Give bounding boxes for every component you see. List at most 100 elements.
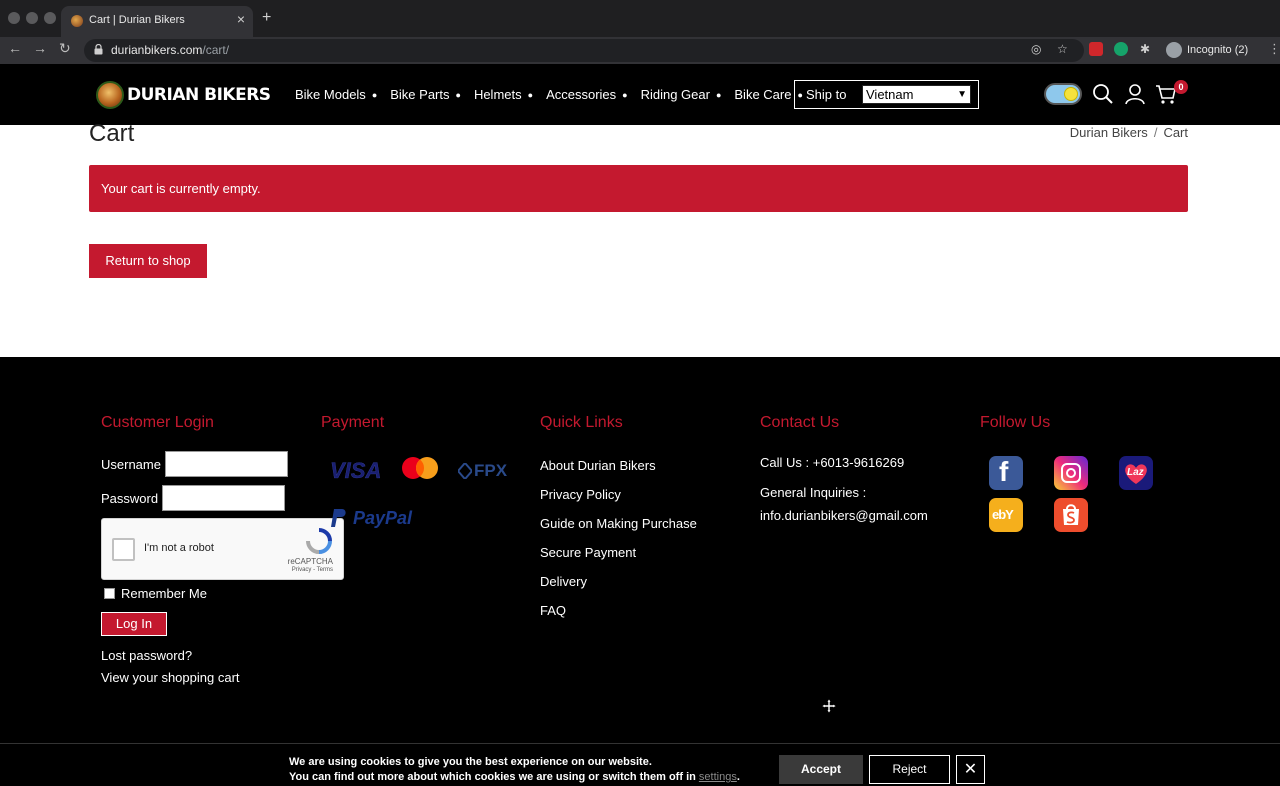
quick-link-faq[interactable]: FAQ [540,603,566,618]
menu-item-riding-gear[interactable]: Riding Gear ● [641,87,722,102]
new-tab-icon[interactable]: + [262,10,271,26]
quick-link-delivery[interactable]: Delivery [540,574,587,589]
remember-me-checkbox[interactable] [104,588,115,599]
ship-to-box: Ship to Vietnam ▼ [794,80,979,109]
window-zoom-button[interactable] [44,12,56,24]
menu-item-accessories[interactable]: Accessories ● [546,87,628,102]
ship-to-country-select[interactable]: Vietnam ▼ [862,85,971,104]
durian-logo-icon [96,81,124,109]
incognito-icon [1166,42,1182,58]
contact-email[interactable]: info.durianbikers@gmail.com [760,508,928,523]
cart-count-badge: 0 [1174,80,1188,94]
quick-links-title: Quick Links [540,414,623,431]
lazada-text: Laz [1127,467,1144,478]
quick-link-guide[interactable]: Guide on Making Purchase [540,516,697,531]
ebay-text: ebY [992,507,1014,522]
recaptcha-label: I'm not a robot [144,542,214,554]
incognito-profile-button[interactable]: Incognito (2) [1163,40,1256,60]
ship-to-value: Vietnam [866,87,914,102]
menu-label: Bike Parts [390,87,450,102]
fpx-logo: FPX [458,461,507,481]
username-label: Username [101,456,161,472]
empty-cart-message: Your cart is currently empty. [101,181,261,196]
forward-icon[interactable]: → [33,41,47,55]
site-logo[interactable]: DURIAN BIKERS [96,81,271,109]
address-bar[interactable]: durianbikers.com/cart/ ◎ ☆ [84,39,1084,62]
browser-tab-strip: Cart | Durian Bikers × + [0,0,1280,37]
breadcrumb-home-link[interactable]: Durian Bikers [1070,125,1148,140]
cookie-accept-button[interactable]: Accept [779,755,863,784]
ebay-icon[interactable]: ebY [989,498,1023,532]
footer-contact: Contact Us [760,414,839,432]
reload-icon[interactable]: ↻ [59,41,71,55]
grammarly-icon[interactable] [1114,42,1128,56]
recaptcha-checkbox[interactable] [112,538,135,561]
menu-label: Helmets [473,87,522,102]
main-menu: Bike Models ● Bike Parts ● Helmets ● Access… [295,87,816,102]
visa-logo: VISA [330,458,382,483]
dropdown-dot-icon: ● [455,89,461,100]
recaptcha-icon [306,528,332,554]
profile-label: Incognito (2) [1187,44,1249,56]
shopping-bag-icon [1063,504,1079,525]
user-icon[interactable] [1124,83,1146,105]
browser-tab[interactable]: Cart | Durian Bikers × [61,6,253,37]
quick-link-secure-payment[interactable]: Secure Payment [540,545,636,560]
logo-text: DURIAN BIKERS [127,85,271,105]
menu-label: Bike Care [734,87,792,102]
lazada-icon[interactable]: Laz [1119,456,1153,490]
dropdown-dot-icon: ● [715,89,722,100]
move-cursor-icon [822,699,836,713]
breadcrumb-separator: / [1153,125,1158,140]
tab-close-icon[interactable]: × [237,12,245,26]
menu-item-bike-models[interactable]: Bike Models ● [295,87,377,102]
cookie-close-icon[interactable]: ✕ [956,755,985,784]
contact-inquiries-label: General Inquiries : [760,485,867,500]
search-icon[interactable] [1092,83,1114,105]
quick-link-privacy[interactable]: Privacy Policy [540,487,621,502]
menu-item-helmets[interactable]: Helmets ● [474,87,533,102]
password-input[interactable] [162,485,286,511]
remember-me-label: Remember Me [121,586,207,601]
browser-menu-icon[interactable]: ⋮ [1268,42,1280,55]
main-content: Cart Durian Bikers / Cart Your cart is cur… [0,120,1280,357]
follow-title: Follow Us [980,414,1051,431]
recaptcha-widget: I'm not a robot reCAPTCHA Privacy - Term… [101,518,344,580]
footer-quick-links: Quick Links [540,414,623,432]
theme-toggle[interactable] [1044,83,1082,105]
quick-link-about[interactable]: About Durian Bikers [540,458,656,473]
password-row: Password [101,485,286,511]
lost-password-link[interactable]: Lost password? [101,648,192,663]
username-input[interactable] [164,451,288,477]
window-minimize-button[interactable] [26,12,38,24]
bookmark-star-icon[interactable]: ☆ [1057,43,1068,55]
contact-title: Contact Us [760,414,840,431]
cookie-message-line1: We are using cookies to give you the bes… [289,756,652,768]
mastercard-logo-icon [402,457,438,479]
facebook-icon[interactable]: f [989,456,1023,490]
fpx-mark-icon [458,463,472,479]
log-in-button[interactable]: Log In [101,612,167,636]
window-close-button[interactable] [8,12,20,24]
extensions-puzzle-icon[interactable]: ✱ [1140,43,1150,55]
eye-off-icon[interactable]: ◎ [1031,43,1041,55]
back-icon[interactable]: ← [8,41,22,55]
customer-login-title: Customer Login [101,414,214,431]
recaptcha-terms-link[interactable]: Privacy - Terms [292,567,333,573]
extension-flag-icon[interactable] [1089,42,1103,56]
instagram-icon[interactable] [1054,456,1088,490]
empty-cart-notice: Your cart is currently empty. [89,165,1188,212]
return-to-shop-button[interactable]: Return to shop [89,244,207,278]
browser-toolbar: ← → ↻ durianbikers.com/cart/ ◎ ☆ ✱ Incog… [0,37,1280,64]
chevron-down-icon: ▼ [957,89,967,100]
cookie-settings-link[interactable]: settings [699,771,737,783]
favicon-icon [71,15,83,27]
cookie-message-line2: You can find out more about which cookie… [289,770,740,785]
menu-item-bike-care[interactable]: Bike Care ● [734,87,803,102]
site-header: DURIAN BIKERS Bike Models ● Bike Parts ● H… [0,64,1280,125]
view-cart-link[interactable]: View your shopping cart [101,670,240,685]
cookie-reject-button[interactable]: Reject [869,755,950,784]
footer-payment: Payment [321,414,384,432]
shopee-icon[interactable] [1054,498,1088,532]
menu-item-bike-parts[interactable]: Bike Parts ● [390,87,461,102]
